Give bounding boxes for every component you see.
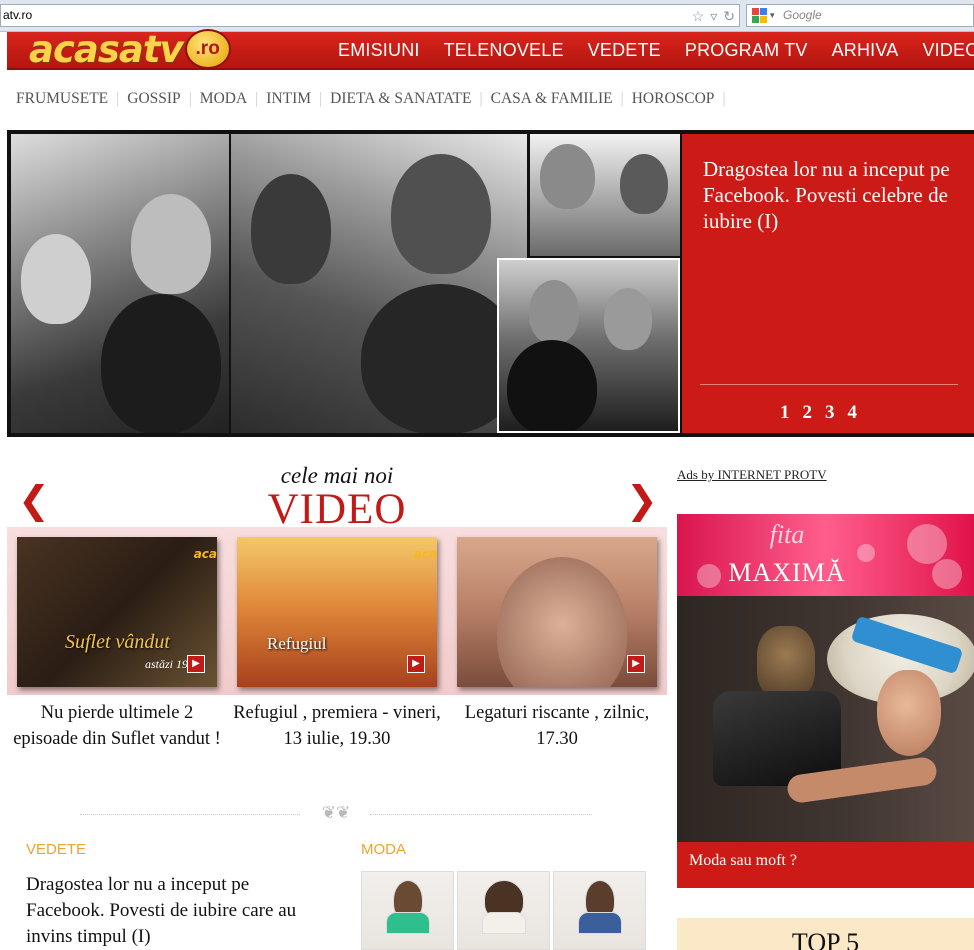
dropdown-icon[interactable]: ▿	[710, 6, 717, 27]
channel-watermark: aca	[413, 547, 437, 561]
separator: |	[319, 90, 323, 107]
thumb-title: Refugiul	[267, 634, 327, 653]
video-thumbnail-1[interactable]: aca Suflet vândut astăzi 19:30 ▶	[17, 537, 217, 687]
hero-photo-couple-2[interactable]	[231, 134, 527, 433]
top5-title: TOP 5	[791, 928, 860, 950]
hero-page-2[interactable]: 2	[803, 402, 813, 424]
hero-slider[interactable]: Dragostea lor nu a inceput pe Facebook. …	[7, 130, 974, 437]
chevron-left-icon[interactable]: ❮	[18, 480, 50, 520]
search-placeholder: Google	[783, 8, 822, 22]
thumb-title: Suflet vândut	[65, 631, 170, 653]
vedete-article-title[interactable]: Dragostea lor nu a inceput pe Facebook. …	[26, 872, 326, 950]
separator: |	[479, 90, 483, 107]
logo-text: acasatv	[29, 27, 184, 71]
separator: |	[116, 90, 120, 107]
promo-banner[interactable]: fita MAXIMĂ Moda sau moft ?	[677, 514, 974, 888]
moda-image-2[interactable]	[457, 871, 550, 950]
hero-photo-couple-1[interactable]	[11, 134, 229, 433]
category-nav: FRUMUSETE | GOSSIP | MODA | INTIM | DIETA & …	[16, 90, 734, 108]
category-intim[interactable]: INTIM	[266, 90, 311, 108]
star-icon[interactable]: ☆	[692, 6, 705, 27]
hero-photo-couple-3[interactable]	[530, 134, 680, 256]
refresh-icon[interactable]: ↻	[723, 6, 735, 27]
hero-page-4[interactable]: 4	[848, 402, 858, 424]
moda-gallery	[361, 871, 646, 950]
play-icon[interactable]: ▶	[407, 655, 425, 673]
flourish-icon: ❦❦	[321, 803, 351, 823]
nav-arhiva[interactable]: ARHIVA	[832, 40, 899, 61]
search-box[interactable]: ▾ Google	[746, 4, 974, 27]
promo-image[interactable]	[677, 596, 974, 842]
hero-pager: 1 2 3 4	[780, 402, 857, 424]
category-moda[interactable]: MODA	[200, 90, 247, 108]
moda-image-1[interactable]	[361, 871, 454, 950]
separator: |	[255, 90, 259, 107]
promo-title: MAXIMĂ	[728, 558, 846, 587]
address-bar-icons: ☆ ▿ ↻	[692, 6, 735, 27]
video-caption-1[interactable]: Nu pierde ultimele 2 episoade din Suflet…	[7, 700, 227, 752]
play-icon[interactable]: ▶	[187, 655, 205, 673]
play-icon[interactable]: ▶	[627, 655, 645, 673]
section-label-vedete[interactable]: VEDETE	[26, 841, 86, 858]
hero-caption-panel: Dragostea lor nu a inceput pe Facebook. …	[682, 134, 974, 433]
video-caption-2[interactable]: Refugiul , premiera - vineri, 13 iulie, …	[227, 700, 447, 752]
hero-title[interactable]: Dragostea lor nu a inceput pe Facebook. …	[703, 156, 963, 234]
promo-caption[interactable]: Moda sau moft ?	[689, 852, 797, 870]
nav-video[interactable]: VIDEO	[922, 40, 974, 61]
promo-kicker: fita	[769, 520, 805, 549]
hero-divider	[700, 384, 958, 385]
top5-box: TOP 5	[677, 918, 974, 950]
section-label-moda[interactable]: MODA	[361, 841, 406, 858]
hero-page-1[interactable]: 1	[780, 402, 790, 424]
address-text: atv.ro	[3, 8, 33, 22]
video-thumbnail-2[interactable]: aca Refugiul ▶	[237, 537, 437, 687]
hero-page-3[interactable]: 3	[825, 402, 835, 424]
address-bar[interactable]: atv.ro ☆ ▿ ↻	[0, 4, 740, 27]
nav-program-tv[interactable]: PROGRAM TV	[685, 40, 808, 61]
search-engine-caret-icon[interactable]: ▾	[770, 5, 775, 26]
promo-header: fita MAXIMĂ	[677, 514, 974, 596]
hero-photo-couple-4[interactable]	[497, 258, 680, 433]
separator: |	[722, 90, 726, 107]
category-frumusete[interactable]: FRUMUSETE	[16, 90, 108, 108]
video-thumbnail-3[interactable]: ▶	[457, 537, 657, 687]
chevron-right-icon[interactable]: ❯	[626, 480, 658, 520]
main-nav: EMISIUNI TELENOVELE VEDETE PROGRAM TV AR…	[338, 32, 974, 68]
category-gossip[interactable]: GOSSIP	[127, 90, 180, 108]
google-icon	[752, 8, 767, 23]
separator: |	[620, 90, 624, 107]
nav-vedete[interactable]: VEDETE	[588, 40, 661, 61]
video-caption-3[interactable]: Legaturi riscante , zilnic, 17.30	[447, 700, 667, 752]
ornamental-divider: ❦❦	[80, 803, 592, 823]
site-header: acasatv .ro EMISIUNI TELENOVELE VEDETE P…	[7, 28, 974, 71]
category-casa-familie[interactable]: CASA & FAMILIE	[491, 90, 613, 108]
category-horoscop[interactable]: HOROSCOP	[632, 90, 715, 108]
site-logo[interactable]: acasatv .ro	[29, 27, 231, 71]
ads-link[interactable]: Ads by INTERNET PROTV	[677, 467, 827, 483]
nav-emisiuni[interactable]: EMISIUNI	[338, 40, 420, 61]
category-dieta-sanatate[interactable]: DIETA & SANATATE	[330, 90, 471, 108]
logo-badge: .ro	[184, 29, 231, 69]
moda-image-3[interactable]	[553, 871, 646, 950]
video-carousel: aca Suflet vândut astăzi 19:30 ▶ aca Ref…	[7, 527, 667, 695]
nav-telenovele[interactable]: TELENOVELE	[444, 40, 564, 61]
channel-watermark: aca	[193, 547, 217, 561]
separator: |	[188, 90, 192, 107]
